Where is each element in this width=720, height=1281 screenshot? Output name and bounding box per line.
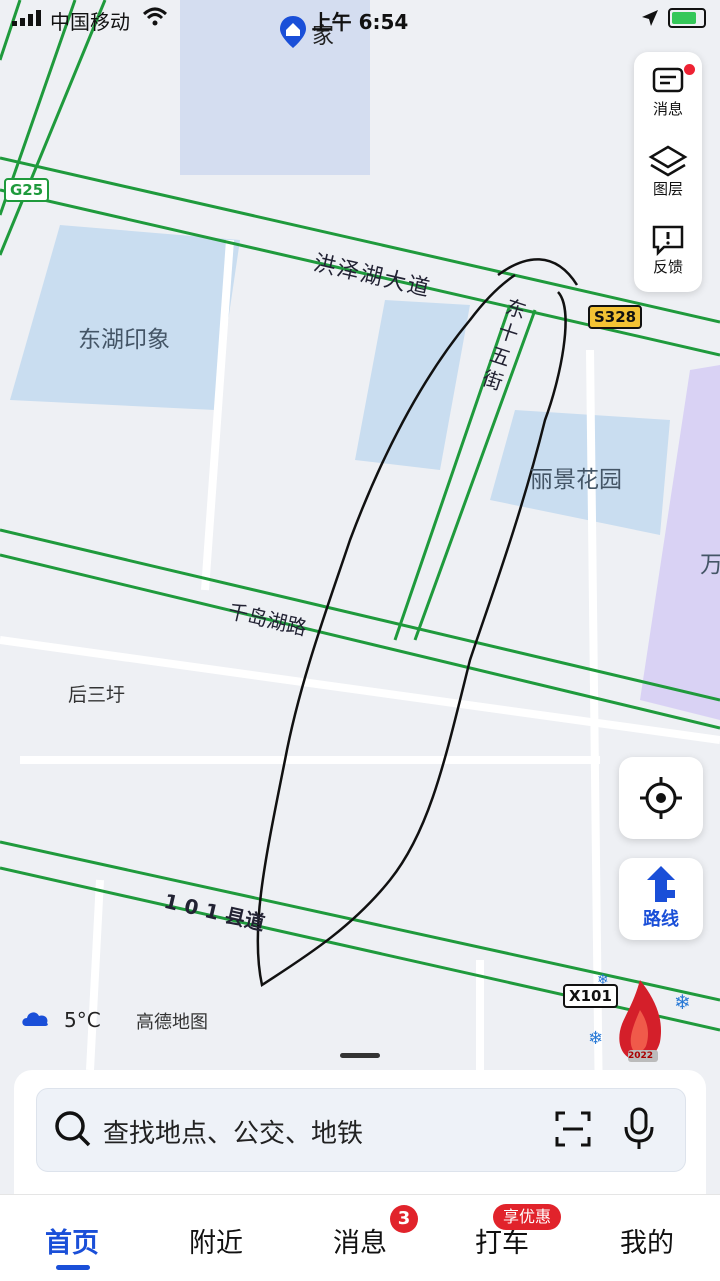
- donghu-water: [10, 225, 240, 410]
- layers-icon: [648, 145, 688, 177]
- map-provider-logo: 高德地图: [136, 1012, 208, 1033]
- battery-icon: [668, 8, 706, 28]
- snowflake-icon: ❄: [597, 972, 609, 988]
- location-arrow-icon: [642, 10, 658, 26]
- snowflake-icon: ❄: [588, 1028, 604, 1049]
- microphone-icon[interactable]: [621, 1107, 657, 1151]
- locate-button[interactable]: [619, 757, 703, 839]
- feedback-tool-label: 反馈: [652, 258, 683, 276]
- feedback-icon: [652, 225, 684, 256]
- tab-nearby[interactable]: 附近: [166, 1221, 266, 1260]
- layers-tool-label: 图层: [652, 180, 683, 198]
- route-button-label: 路线: [643, 909, 679, 930]
- search-icon: [55, 1111, 91, 1147]
- taxi-promo-badge: 享优惠: [493, 1204, 561, 1230]
- place-wan: 万: [700, 552, 720, 578]
- route-arrow-icon: [647, 866, 675, 902]
- map-tools-panel: 消息 图层 反馈: [634, 52, 702, 292]
- route-button[interactable]: 路线: [619, 858, 703, 940]
- bottom-sheet: 查找地点、公交、地铁: [14, 1070, 706, 1200]
- sign-g25: G25: [4, 178, 50, 202]
- cloud-icon: [22, 1012, 48, 1026]
- weather-temp: 5°C: [64, 1008, 101, 1032]
- sign-s328: S328: [588, 305, 643, 329]
- search-bar[interactable]: 查找地点、公交、地铁: [36, 1088, 686, 1172]
- place-donghu: 东湖印象: [78, 327, 170, 353]
- status-bar: 中国移动 上午 6:54: [0, 0, 720, 36]
- place-housanyu: 后三圩: [68, 684, 126, 706]
- sheet-drag-handle[interactable]: [340, 1053, 380, 1058]
- message-icon: [652, 67, 684, 93]
- feedback-tool[interactable]: 反馈: [634, 224, 702, 277]
- tab-bar: 首页 附近 消息 打车 我的: [0, 1194, 720, 1281]
- wan-block: [640, 365, 720, 720]
- layers-tool[interactable]: 图层: [634, 144, 702, 199]
- event-logo[interactable]: 2022: [604, 970, 674, 1066]
- tab-mine[interactable]: 我的: [597, 1221, 697, 1260]
- messages-tool-label: 消息: [652, 100, 683, 118]
- place-lijing: 丽景花园: [530, 467, 622, 493]
- messages-badge: 3: [390, 1205, 418, 1233]
- snowflake-icon: ❄: [674, 990, 691, 1014]
- tab-home[interactable]: 首页: [22, 1221, 122, 1260]
- search-placeholder: 查找地点、公交、地铁: [103, 1119, 364, 1149]
- unread-dot: [684, 64, 695, 75]
- event-logo-year: 2022: [628, 1051, 654, 1061]
- tab-active-indicator: [56, 1265, 90, 1270]
- status-time: 上午 6:54: [311, 10, 409, 34]
- locate-crosshair-icon: [640, 777, 682, 819]
- weather-widget[interactable]: 5°C: [20, 1006, 101, 1033]
- pond-water: [355, 300, 470, 470]
- scan-icon[interactable]: [553, 1109, 593, 1149]
